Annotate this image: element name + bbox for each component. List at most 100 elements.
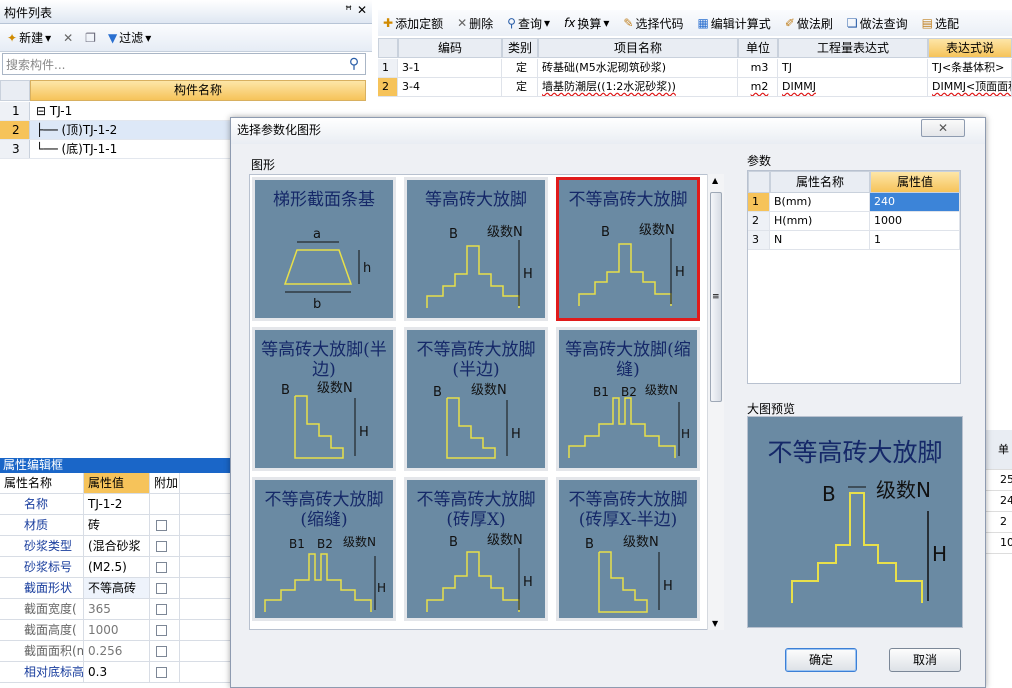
param-value-input[interactable]: 1000 bbox=[870, 212, 960, 230]
table-row[interactable]: 1 3-1 定 砖基础(M5水泥砌筑砂浆) m3 TJ TJ<条基体积> bbox=[378, 59, 1012, 78]
delete-icon: ✕ bbox=[63, 30, 74, 45]
property-row[interactable]: 截面面积(m 0.256 bbox=[0, 641, 230, 662]
param-row[interactable]: 1 B(mm) 240 bbox=[748, 193, 960, 212]
param-value-input[interactable]: 1 bbox=[870, 231, 960, 249]
scroll-down-icon[interactable]: ▼ bbox=[712, 619, 718, 628]
edit-formula-button[interactable]: ▦ 编辑计算式 bbox=[694, 13, 773, 34]
pin-icon[interactable]: ꟸ bbox=[345, 3, 352, 17]
footing-diagram: B 级数N H bbox=[426, 533, 533, 612]
match-icon: ▤ bbox=[921, 16, 934, 30]
brush-icon: ✐ bbox=[784, 16, 795, 30]
shape-tile-unequal-height-half[interactable]: 不等高砖大放脚(半边) B 级数N H bbox=[404, 327, 548, 471]
property-row[interactable]: 砂浆标号 (M2.5) bbox=[0, 557, 230, 578]
footing-diagram: B 级数N H bbox=[433, 383, 521, 459]
svg-text:B: B bbox=[433, 385, 442, 400]
shape-tile-trapezoid[interactable]: 梯形截面条基 a h b bbox=[252, 177, 396, 321]
new-button[interactable]: ✦ 新建 ▾ bbox=[4, 27, 54, 48]
attach-checkbox[interactable] bbox=[156, 646, 167, 657]
params-label: 参数 bbox=[747, 154, 772, 168]
grip-icon: ≡ bbox=[712, 292, 720, 302]
attach-checkbox[interactable] bbox=[156, 520, 167, 531]
ok-button[interactable]: 确定 bbox=[785, 648, 857, 672]
property-row[interactable]: 砂浆类型 (混合砂浆 bbox=[0, 536, 230, 557]
param-value-input[interactable]: 240 bbox=[870, 193, 960, 211]
svg-text:B: B bbox=[449, 227, 458, 242]
trapezoid-diagram: a h b bbox=[283, 227, 371, 312]
preview-label: 大图预览 bbox=[747, 402, 796, 416]
attach-checkbox[interactable] bbox=[156, 541, 167, 552]
svg-text:B: B bbox=[281, 383, 290, 398]
delete-button[interactable]: ✕ bbox=[60, 30, 76, 46]
attach-checkbox[interactable] bbox=[156, 667, 167, 678]
table-row[interactable]: 2 3-4 定 墙基防潮层((1:2水泥砂浆)) m2 DIMMJ DIMMJ<… bbox=[378, 78, 1012, 97]
gallery-scrollbar[interactable]: ▲ ≡ ▼ bbox=[707, 174, 724, 630]
svg-text:级数N: 级数N bbox=[317, 381, 353, 396]
cancel-button[interactable]: 取消 bbox=[889, 648, 961, 672]
svg-text:H: H bbox=[663, 579, 673, 594]
property-row[interactable]: 截面高度(1000 bbox=[0, 620, 230, 641]
attach-checkbox[interactable] bbox=[156, 583, 167, 594]
shape-tile-equal-height-joint[interactable]: 等高砖大放脚(缩缝) B1 B2 级数N H bbox=[556, 327, 700, 471]
left-toolbar: ✦ 新建 ▾ ✕ ❐ ▼ 过滤 ▾ bbox=[0, 24, 372, 52]
property-row[interactable]: 截面宽度(365 bbox=[0, 599, 230, 620]
chevron-down-icon: ▾ bbox=[543, 16, 550, 30]
property-row[interactable]: 名称 TJ-1-2 bbox=[0, 494, 230, 515]
copy-button[interactable]: ❐ bbox=[82, 30, 99, 46]
svg-text:B2: B2 bbox=[621, 385, 637, 399]
svg-text:级数N: 级数N bbox=[645, 382, 678, 397]
scroll-up-icon[interactable]: ▲ bbox=[712, 176, 718, 185]
footing-diagram: B 级数N H bbox=[426, 225, 533, 308]
svg-text:级数N: 级数N bbox=[487, 533, 523, 548]
select-match-button[interactable]: ▤ 选配 bbox=[919, 13, 962, 34]
pick-icon: ✎ bbox=[623, 16, 634, 30]
svg-text:h: h bbox=[363, 261, 371, 276]
shape-tile-equal-height[interactable]: 等高砖大放脚 B 级数N H bbox=[404, 177, 548, 321]
attach-checkbox[interactable] bbox=[156, 562, 167, 573]
shape-tile-unequal-height-thickness[interactable]: 不等高砖大放脚(砖厚X) B 级数N H bbox=[404, 477, 548, 621]
chevron-down-icon: ▾ bbox=[145, 30, 152, 45]
add-quota-button[interactable]: ✚ 添加定额 bbox=[380, 13, 446, 34]
search-input[interactable]: 搜索构件... ⚲ bbox=[2, 53, 366, 75]
footing-diagram: B1 B2 级数N H bbox=[264, 534, 386, 612]
shape-tile-equal-height-half[interactable]: 等高砖大放脚(半边) B 级数N H bbox=[252, 327, 396, 471]
convert-button[interactable]: fx 换算 ▾ bbox=[561, 13, 612, 34]
row-number-header bbox=[0, 80, 30, 101]
delete-icon: ✕ bbox=[457, 16, 468, 30]
search-icon[interactable]: ⚲ bbox=[343, 56, 365, 72]
param-row[interactable]: 2 H(mm) 1000 bbox=[748, 212, 960, 231]
attach-checkbox[interactable] bbox=[156, 625, 167, 636]
close-button[interactable]: ✕ bbox=[921, 119, 965, 137]
method-query-button[interactable]: ❏ 做法查询 bbox=[844, 13, 911, 34]
svg-text:级数N: 级数N bbox=[876, 478, 931, 502]
shape-tile-unequal-height-joint[interactable]: 不等高砖大放脚(缩缝) B1 B2 级数N H bbox=[252, 477, 396, 621]
param-row[interactable]: 3 N 1 bbox=[748, 231, 960, 250]
footing-diagram: B 级数N H bbox=[578, 223, 685, 306]
footing-diagram: B1 B2 级数N H bbox=[568, 382, 690, 458]
property-row[interactable]: 截面形状 不等高砖 bbox=[0, 578, 230, 599]
filter-button[interactable]: ▼ 过滤 ▾ bbox=[105, 27, 154, 48]
add-icon: ✚ bbox=[383, 16, 394, 30]
search-icon: ⚲ bbox=[507, 16, 516, 30]
component-name-header: 构件名称 bbox=[30, 80, 366, 101]
filter-icon: ▼ bbox=[107, 30, 118, 45]
panel-title-bar: 构件列表 ꟸ ✕ bbox=[0, 0, 372, 24]
shape-tile-unequal-height-thickness-half[interactable]: 不等高砖大放脚(砖厚X-半边) B 级数N H bbox=[556, 477, 700, 621]
select-code-button[interactable]: ✎ 选择代码 bbox=[620, 13, 686, 34]
property-row[interactable]: 相对底标高 0.3 bbox=[0, 662, 230, 683]
shape-tile-unequal-height[interactable]: 不等高砖大放脚 B 级数N H bbox=[556, 177, 700, 321]
svg-text:H: H bbox=[523, 267, 533, 282]
params-table: 属性名称 属性值 1 B(mm) 240 2 H(mm) 1000 3 N 1 bbox=[747, 170, 961, 384]
component-table-header: 构件名称 bbox=[0, 80, 366, 101]
svg-text:B1: B1 bbox=[593, 385, 609, 399]
svg-text:H: H bbox=[675, 265, 685, 280]
footing-diagram: B 级数N H bbox=[585, 535, 673, 613]
method-brush-button[interactable]: ✐ 做法刷 bbox=[782, 13, 836, 34]
delete-button[interactable]: ✕ 删除 bbox=[454, 13, 496, 34]
close-icon[interactable]: ✕ bbox=[357, 3, 367, 17]
quota-table-header: 编码 类别 项目名称 单位 工程量表达式 表达式说 bbox=[378, 38, 1012, 58]
query-button[interactable]: ⚲ 查询 ▾ bbox=[504, 13, 553, 34]
property-row[interactable]: 材质砖 bbox=[0, 515, 230, 536]
edit-icon: ▦ bbox=[697, 16, 709, 30]
quota-panel: ✚ 添加定额 ✕ 删除 ⚲ 查询 ▾ fx 换算 ▾ ✎ 选择代码 ▦ 编辑计算式 ✐ 做法刷 ❏… bbox=[378, 0, 1012, 120]
attach-checkbox[interactable] bbox=[156, 604, 167, 615]
